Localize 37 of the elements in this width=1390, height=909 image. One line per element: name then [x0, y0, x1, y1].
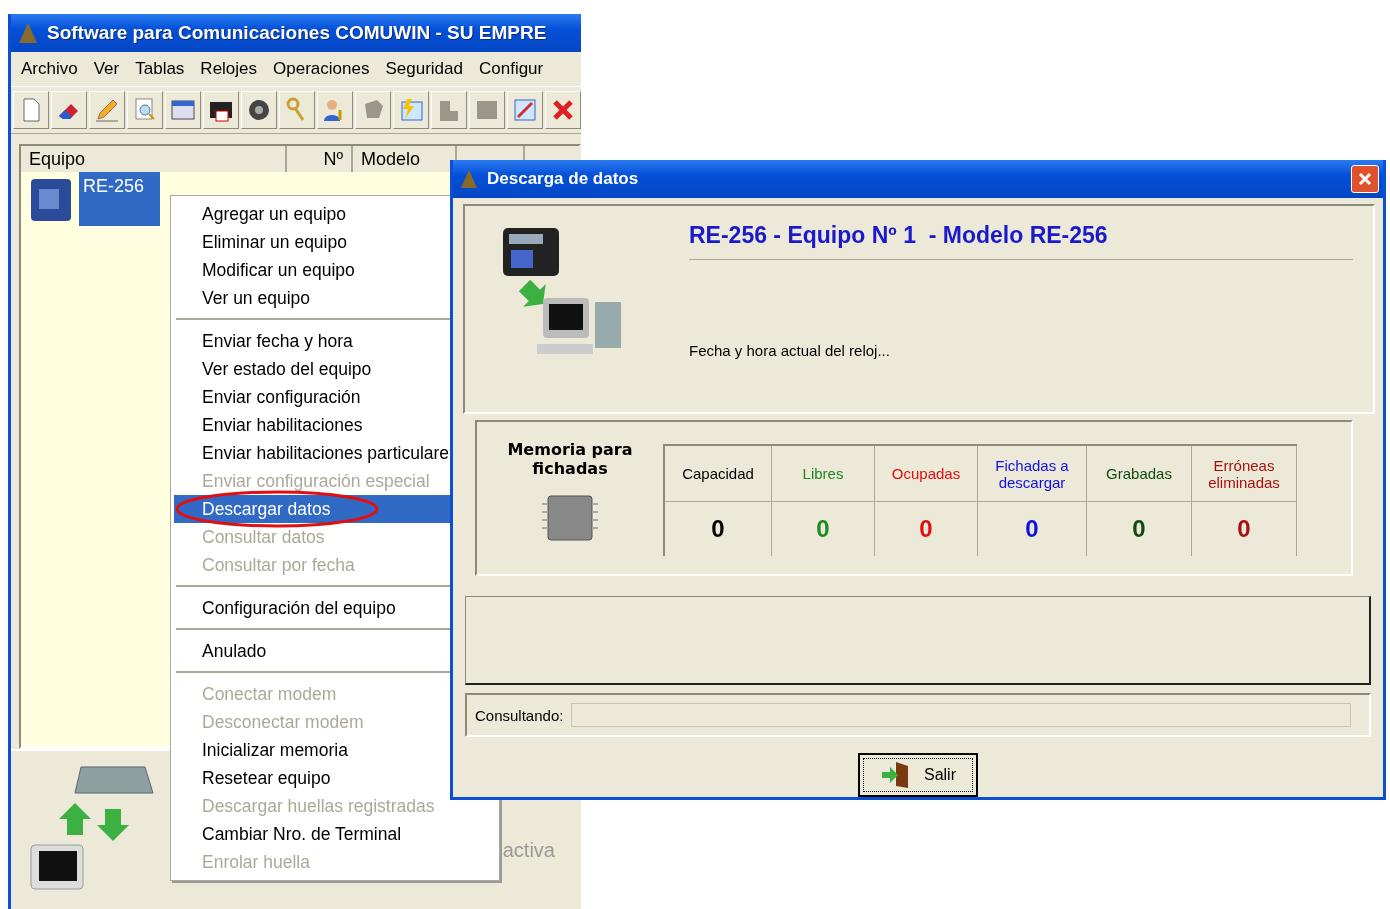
menu-item[interactable]: Cambiar Nro. de Terminal — [174, 820, 496, 848]
menu-item[interactable]: Seguridad — [377, 59, 471, 79]
device-heading: RE-256 - Equipo Nº 1 - Modelo RE-256 — [689, 222, 1353, 260]
column-header: Capacidad — [665, 446, 771, 502]
menu-item[interactable]: Tablas — [127, 59, 193, 79]
app-icon — [17, 21, 39, 45]
toolbar-button[interactable] — [241, 91, 277, 129]
table-cell-text: 0 — [1024, 514, 1040, 544]
memory-label: Memoria para fichadas — [506, 440, 634, 478]
table-cell-text: 0 — [1131, 514, 1147, 544]
menu-item[interactable]: Relojes — [192, 59, 266, 79]
column-header: Ocupadas — [875, 446, 977, 502]
menu-item[interactable]: Archivo — [13, 59, 86, 79]
device-name[interactable]: RE-256 — [79, 172, 161, 226]
clock-status-text: Fecha y hora actual del reloj... — [689, 342, 891, 359]
column-header: Erróneas eliminadas — [1192, 446, 1296, 502]
column-header: Grabadas — [1087, 446, 1191, 502]
table-cell-text: 0 — [815, 514, 831, 544]
menu-item[interactable]: Operaciones — [265, 59, 378, 79]
tools-window-icon — [511, 96, 539, 124]
table-cell-text: 0 — [710, 514, 726, 544]
column-header: Fichadas a descargar — [978, 446, 1086, 502]
column-header: Libres — [772, 446, 874, 502]
app-icon — [459, 168, 479, 190]
dialog-title: Descarga de datos — [487, 169, 640, 189]
menu-item[interactable]: Configur — [470, 59, 552, 79]
close-icon — [1357, 171, 1373, 187]
toolbar-button[interactable] — [51, 91, 87, 129]
table-cell-text: 0 — [918, 514, 934, 544]
toolbar-button[interactable] — [203, 91, 239, 129]
exit-button[interactable]: Salir — [858, 753, 978, 797]
menu-item[interactable]: Ver — [85, 59, 128, 79]
status-text: activa — [502, 838, 555, 862]
table-cell-text: 0 — [1236, 514, 1252, 544]
progress-label: Consultando: — [475, 706, 564, 724]
window-title: Software para Comunicaciones COMUWIN - SU EMPRE — [47, 22, 547, 44]
close-button[interactable] — [1351, 165, 1379, 193]
